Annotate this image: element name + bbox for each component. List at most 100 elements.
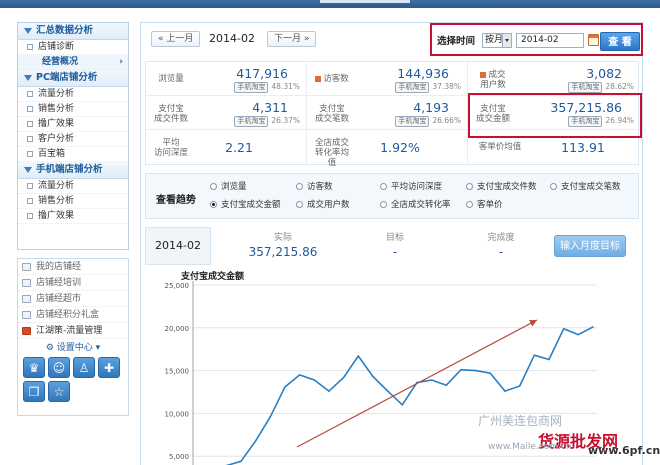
sidebar-item-mobile-traffic[interactable]: 流量分析 [18, 179, 128, 194]
metric-label: 客单价均值 [478, 142, 522, 152]
metrics-row: 浏览量 417,916 手机淘宝 48.31% 访客数 144,936 手机淘宝 3… [146, 62, 638, 96]
target-actual: 实际 357,215.86 [248, 233, 318, 259]
star-icon[interactable]: ☆ [48, 381, 70, 402]
metric-value: 144,936 [397, 66, 449, 81]
active-tab-marker [320, 0, 410, 3]
tool-traffic-manage[interactable]: 江湖策-流量管理 [18, 323, 128, 339]
metric-value: 113.91 [561, 140, 605, 155]
book-icon [22, 279, 31, 287]
settings-center-link[interactable]: ⚙ 设置中心 ▾ [18, 341, 128, 355]
data-point [592, 326, 594, 328]
info-icon [480, 71, 487, 78]
trend-option[interactable]: 支付宝成交笔数 [550, 180, 621, 192]
tool-my-shop[interactable]: 我的店铺经 [18, 259, 128, 275]
y-tick-label: 5,000 [169, 453, 189, 461]
tool-market[interactable]: 店铺经超市 [18, 291, 128, 307]
target-goal: 目标 - [385, 233, 404, 259]
trend-option[interactable]: 平均访问深度 [380, 180, 442, 192]
hat-icon[interactable]: ♛ [23, 357, 45, 378]
data-point [284, 386, 286, 388]
calendar-icon[interactable] [588, 34, 599, 46]
metric-label: 支付宝 成交笔数 [314, 104, 349, 124]
metric-share: 手机淘宝 48.31% [234, 82, 300, 93]
quick-tools-grid: ♛ ☺ ♙ ✚ ❐ ☆ [18, 355, 128, 404]
metric-share: 手机淘宝 26.66% [395, 116, 461, 127]
shop-icon [22, 263, 31, 271]
trend-title: 查看趋势 [156, 195, 196, 206]
sidebar-item-shop-diagnosis[interactable]: 店铺诊断 [18, 40, 128, 55]
add-user-icon[interactable]: ☺ [48, 357, 70, 378]
sidebar-item-pc-traffic[interactable]: 流量分析 [18, 87, 128, 102]
chart-title: 支付宝成交金额 [180, 271, 244, 282]
trend-option[interactable]: 浏览量 [210, 180, 247, 192]
sidebar-item-business-overview[interactable]: 经营概况 › [18, 55, 128, 70]
sidebar-nav: 汇总数据分析 店铺诊断 经营概况 › PC端店铺分析 流量分析 销售分析 撸广效果… [17, 22, 129, 250]
data-point [518, 385, 521, 387]
y-tick-label: 15,000 [165, 368, 190, 376]
metric-share: 手机淘宝 28.62% [568, 82, 634, 93]
trend-option[interactable]: 全店成交转化率 [380, 198, 451, 210]
caret-down-icon [24, 75, 32, 81]
y-tick-label: 20,000 [165, 325, 190, 333]
metric-label: 成交 用户数 [480, 70, 506, 90]
sidebar-item-pc-toolbox[interactable]: 百宝箱 [18, 147, 128, 162]
watermark-site: www.6pf.cn [588, 444, 660, 457]
doc-icon [27, 44, 33, 50]
sidebar-item-mobile-promo[interactable]: 撸广效果 [18, 209, 128, 224]
gift-icon [22, 311, 31, 319]
gmv-highlight-box [468, 93, 642, 138]
main-panel: « 上一月 2014-02 下一月 » 选择时间 按月 2014-02 查 看 … [140, 22, 643, 465]
mobile-tag: 手机淘宝 [234, 116, 269, 127]
data-point [445, 384, 448, 386]
picker-label: 选择时间 [437, 36, 476, 47]
trend-option-selected[interactable]: 支付宝成交金额 [210, 198, 281, 210]
data-point [504, 390, 506, 392]
trend-option[interactable]: 访客数 [296, 180, 333, 192]
query-button[interactable]: 查 看 [600, 32, 640, 51]
trend-option[interactable]: 客单价 [466, 198, 503, 210]
sidebar-section-summary[interactable]: 汇总数据分析 [18, 23, 128, 40]
metric-value: 417,916 [236, 66, 288, 81]
target-period-tab[interactable]: 2014-02 [145, 227, 211, 265]
y-tick-label: 10,000 [165, 410, 190, 418]
flame-icon [22, 327, 31, 335]
prev-month-button[interactable]: « 上一月 [151, 31, 201, 47]
tool-training[interactable]: 店铺经培训 [18, 275, 128, 291]
date-input[interactable]: 2014-02 [516, 33, 584, 48]
data-point [328, 390, 330, 392]
tool-points-gift[interactable]: 店铺经积分礼盒 [18, 307, 128, 323]
metric-value: 1.92% [380, 140, 420, 155]
data-point [357, 355, 360, 357]
sidebar-item-pc-customer[interactable]: 客户分析 [18, 132, 128, 147]
metric-buyers: 成交 用户数 3,082 手机淘宝 28.62% [468, 62, 640, 96]
target-completion: 完成度 - [487, 233, 515, 259]
copy-icon[interactable]: ❐ [23, 381, 45, 402]
watermark-cn: 广州美连包商网 [478, 414, 563, 428]
sidebar-section-pc[interactable]: PC端店铺分析 [18, 70, 128, 87]
data-point [474, 369, 477, 372]
metric-value: 4,311 [252, 100, 288, 115]
sidebar-section-mobile[interactable]: 手机端店铺分析 [18, 162, 128, 179]
metric-visitors: 访客数 144,936 手机淘宝 37.38% [307, 62, 467, 96]
enter-monthly-target-button[interactable]: 输入月度目标 [554, 235, 626, 257]
metric-pageviews: 浏览量 417,916 手机淘宝 48.31% [146, 62, 306, 96]
period-mode-select[interactable]: 按月 [482, 33, 512, 48]
radio-icon [296, 201, 303, 208]
next-month-button[interactable]: 下一月 » [267, 31, 317, 47]
sidebar-item-pc-sales[interactable]: 销售分析 [18, 102, 128, 117]
data-point [489, 372, 492, 374]
data-point [577, 333, 580, 336]
sidebar-item-pc-promo[interactable]: 撸广效果 [18, 117, 128, 132]
data-point [342, 376, 345, 379]
doc-icon [27, 136, 33, 142]
data-point [562, 327, 565, 330]
user-plus-icon[interactable]: ✚ [98, 357, 120, 378]
doc-icon [27, 213, 33, 219]
chevron-right-icon: › [119, 57, 123, 67]
user-search-icon[interactable]: ♙ [73, 357, 95, 378]
trend-option[interactable]: 成交用户数 [296, 198, 350, 210]
sidebar-item-mobile-sales[interactable]: 销售分析 [18, 194, 128, 209]
data-point [254, 439, 257, 442]
radio-icon [380, 201, 387, 208]
trend-option[interactable]: 支付宝成交件数 [466, 180, 537, 192]
